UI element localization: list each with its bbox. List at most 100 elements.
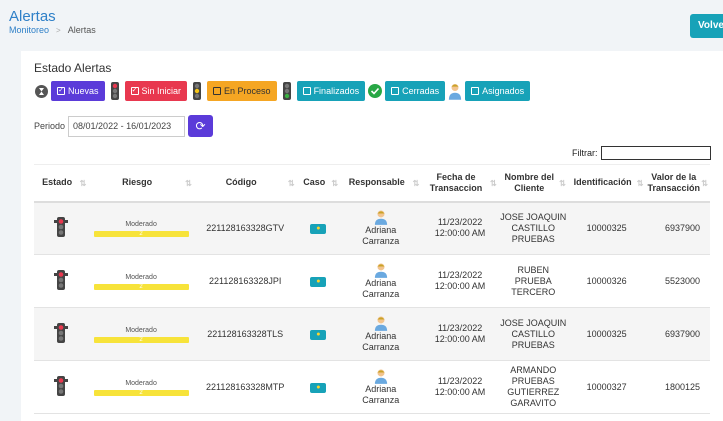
col-codigo[interactable]: Código ⇅ <box>193 164 297 203</box>
bell-icon[interactable]: ● <box>310 330 327 340</box>
refresh-icon: ⟳ <box>195 119 206 133</box>
caso-cell[interactable]: ● <box>296 360 341 414</box>
col-fecha[interactable]: Fecha de Transaccion ⇅ <box>421 164 499 203</box>
check-circle-icon <box>368 81 383 101</box>
responsable-cell: Adriana Carranza <box>340 307 422 361</box>
risk-bar: 2 <box>93 231 189 238</box>
cliente-cell: ARMANDO PRUEBAS GUTIERREZ GARAVITO <box>498 360 568 414</box>
user-avatar-icon <box>374 263 387 278</box>
col-cliente[interactable]: Nombre del Cliente ⇅ <box>498 164 568 203</box>
status-sin-iniciar-button[interactable]: ✓ Sin Iniciar <box>124 81 188 101</box>
responsable-name: Adriana Carranza <box>362 278 400 299</box>
status-asignados-button[interactable]: Asignados <box>465 81 531 101</box>
user-avatar-icon <box>448 81 462 101</box>
risk-bar: 2 <box>93 284 189 290</box>
checkbox-icon <box>302 87 311 95</box>
valor-cell: 1800125 <box>645 360 710 414</box>
estado-cell <box>34 254 89 308</box>
riesgo-cell: Moderado 2 <box>88 360 194 414</box>
traffic-light-red-icon <box>108 81 122 101</box>
traffic-light-red-icon <box>54 375 69 396</box>
caso-cell[interactable]: ● <box>296 307 341 361</box>
estado-cell <box>34 201 89 255</box>
col-identificacion[interactable]: Identificación ⇅ <box>567 164 646 203</box>
table-filter: Filtrar: <box>572 146 711 160</box>
breadcrumb-monitoreo[interactable]: Monitoreo <box>9 25 49 35</box>
hourglass-icon <box>34 81 48 101</box>
fecha-cell: 11/23/2022 12:00:00 AM <box>421 254 499 308</box>
traffic-light-green-icon <box>280 81 294 101</box>
fecha-cell: 11/23/2022 12:00:00 AM <box>421 201 499 255</box>
riesgo-cell: Moderado 2 <box>88 307 194 361</box>
status-en-proceso-button[interactable]: En Proceso <box>207 81 277 101</box>
responsable-cell: Adriana Carranza <box>340 201 422 255</box>
user-avatar-icon <box>374 316 387 331</box>
bell-icon[interactable]: ● <box>310 277 327 287</box>
identificacion-cell: 10000325 <box>567 201 646 255</box>
col-estado[interactable]: Estado ⇅ <box>34 164 89 203</box>
col-responsable[interactable]: Responsable ⇅ <box>340 164 422 203</box>
identificacion-cell: 10000325 <box>567 307 646 361</box>
page-title: Alertas <box>9 8 56 25</box>
checkbox-checked-icon: ✓ <box>130 87 139 95</box>
sort-icon: ⇅ <box>636 179 644 188</box>
valor-cell: 6937900 <box>645 201 710 255</box>
user-avatar-icon <box>374 369 387 384</box>
back-button[interactable]: Volver <box>690 14 723 38</box>
traffic-light-red-icon <box>54 322 69 343</box>
col-valor[interactable]: Valor de la Transacción ⇅ <box>645 164 710 203</box>
breadcrumb: Monitoreo > Alertas <box>9 25 96 35</box>
alerts-table: Estado ⇅ Riesgo ⇅ Código ⇅ Caso ⇅ Responsabl… <box>34 164 710 414</box>
identificacion-cell: 10000326 <box>567 254 646 308</box>
risk-bar: 2 <box>93 390 189 396</box>
codigo-cell: 221128163328TLS <box>193 307 297 361</box>
table-row[interactable]: Moderado 2 221128163328MTP ● Adriana Carranz… <box>34 360 710 414</box>
riesgo-cell: Moderado 2 <box>88 254 194 308</box>
col-caso[interactable]: Caso ⇅ <box>296 164 341 203</box>
status-cerradas-button[interactable]: Cerradas <box>385 81 446 101</box>
table-row[interactable]: Moderado 2 221128163328TLS ● Adriana Carranz… <box>34 307 710 361</box>
caso-cell[interactable]: ● <box>296 201 341 255</box>
estado-cell <box>34 360 89 414</box>
cliente-cell: JOSE JOAQUIN CASTILLO PRUEBAS <box>498 307 568 361</box>
col-riesgo[interactable]: Riesgo ⇅ <box>88 164 194 203</box>
section-title: Estado Alertas <box>34 61 112 75</box>
responsable-name: Adriana Carranza <box>362 384 400 405</box>
bell-icon[interactable]: ● <box>310 224 327 235</box>
checkbox-icon <box>471 87 480 95</box>
sort-icon: ⇅ <box>559 179 566 188</box>
table-row[interactable]: Moderado 2 221128163328GTV ● Adriana Carranz… <box>34 201 710 255</box>
responsable-name: Adriana Carranza <box>362 225 400 247</box>
table-header-row: Estado ⇅ Riesgo ⇅ Código ⇅ Caso ⇅ Responsabl… <box>34 164 710 203</box>
fecha-cell: 11/23/2022 12:00:00 AM <box>421 360 499 414</box>
valor-cell: 5523000 <box>645 254 710 308</box>
breadcrumb-separator-icon: > <box>56 25 61 35</box>
sort-icon: ⇅ <box>412 179 420 188</box>
period-date-range-input[interactable] <box>68 115 186 137</box>
traffic-light-red-icon <box>54 216 69 237</box>
refresh-button[interactable]: ⟳ <box>188 115 214 137</box>
status-nuevas-button[interactable]: ✓ Nuevas <box>51 81 105 101</box>
traffic-light-yellow-icon <box>190 81 204 101</box>
sort-icon: ⇅ <box>701 179 708 188</box>
caso-cell[interactable]: ● <box>296 254 341 308</box>
sort-icon: ⇅ <box>287 179 295 188</box>
table-row[interactable]: Moderado 2 221128163328JPI ● Adriana Carranz… <box>34 254 710 308</box>
cliente-cell: RUBEN PRUEBA TERCERO <box>498 254 568 308</box>
risk-label: Moderado <box>125 221 157 229</box>
filter-label: Filtrar: <box>572 148 598 158</box>
period-label: Periodo <box>34 121 66 131</box>
checkbox-checked-icon: ✓ <box>57 87 65 95</box>
breadcrumb-alertas: Alertas <box>67 25 96 35</box>
status-finalizados-button[interactable]: Finalizados <box>296 81 366 101</box>
codigo-cell: 221128163328MTP <box>193 360 297 414</box>
filter-input[interactable] <box>600 146 711 160</box>
checkbox-icon <box>391 87 400 95</box>
period-filter: Periodo ⟳ <box>34 115 214 137</box>
sort-icon: ⇅ <box>79 179 87 188</box>
sort-icon: ⇅ <box>185 179 192 188</box>
risk-bar: 2 <box>93 337 189 343</box>
bell-icon[interactable]: ● <box>310 383 327 393</box>
risk-label: Moderado <box>125 380 157 387</box>
codigo-cell: 221128163328JPI <box>193 254 297 308</box>
